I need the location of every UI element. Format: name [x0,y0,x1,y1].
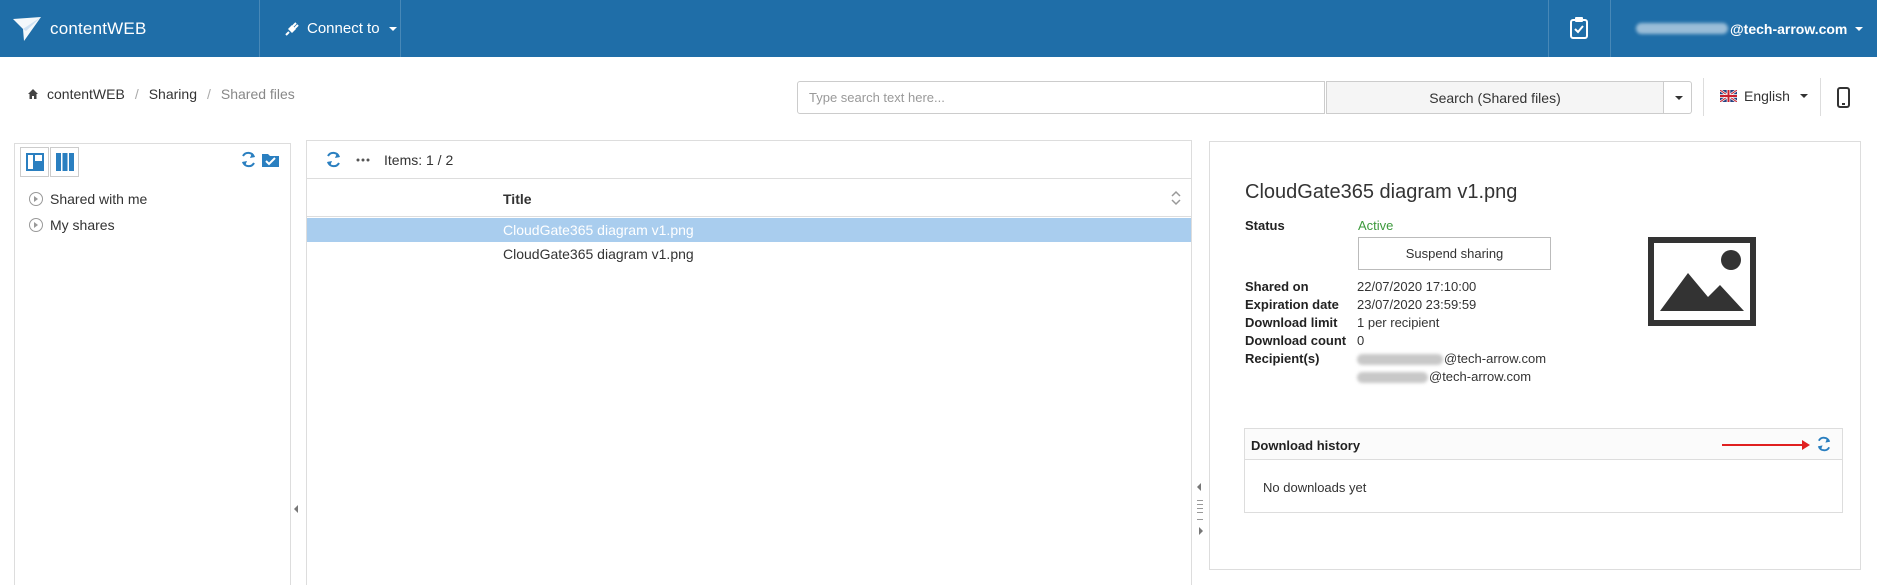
connect-to-menu[interactable]: Connect to [283,0,397,57]
sort-icon[interactable] [1171,190,1181,206]
layout-columns-button[interactable] [50,147,79,177]
annotation-arrow [1722,440,1810,450]
tree-item-label: My shares [50,217,115,233]
shared-files-grid: Items: 1 / 2 Title CloudGate365 diagram … [306,140,1192,585]
tree-item-label: Shared with me [50,191,148,207]
clipboard-check-icon[interactable] [1568,16,1590,40]
chevron-down-icon [1799,94,1808,98]
table-row[interactable]: CloudGate365 diagram v1.png [307,242,1191,266]
breadcrumb-home[interactable]: contentWEB [47,86,125,102]
recipient-domain: @tech-arrow.com [1429,369,1532,384]
redacted-username [1636,23,1728,34]
download-count-label: Download count [1245,333,1347,348]
search-button[interactable]: Search (Shared files) [1326,81,1664,114]
status-label: Status [1245,218,1285,233]
expand-icon[interactable] [29,218,43,232]
uk-flag-icon [1720,90,1737,102]
suspend-sharing-button[interactable]: Suspend sharing [1358,237,1551,270]
redacted-recipient [1357,354,1443,366]
divider [1703,78,1704,116]
shared-on-value: 22/07/2020 17:10:00 [1357,279,1477,294]
folder-check-icon[interactable] [261,151,280,168]
refresh-icon[interactable] [1816,436,1832,452]
folder-tree: Shared with me My shares [29,186,147,238]
chevron-down-icon [1675,95,1683,100]
user-email-domain: @tech-arrow.com [1730,20,1848,37]
divider [259,0,260,57]
chevron-down-icon [388,26,397,31]
tree-item-shared-with-me[interactable]: Shared with me [29,186,147,212]
download-limit-value: 1 per recipient [1357,315,1440,330]
search-options-dropdown[interactable] [1664,81,1692,114]
divider [400,0,401,57]
expiration-value: 23/07/2020 23:59:59 [1357,297,1477,312]
refresh-icon[interactable] [325,151,342,168]
detail-title: CloudGate365 diagram v1.png [1245,181,1518,203]
divider [1820,78,1821,116]
more-options-icon[interactable] [356,157,370,163]
recipient-1: @tech-arrow.com [1357,351,1546,366]
download-history-empty: No downloads yet [1263,480,1367,495]
layout-sidebar-icon [25,153,44,171]
expand-icon[interactable] [29,192,43,206]
status-value: Active [1358,218,1394,233]
expiration-label: Expiration date [1245,297,1339,312]
download-history-header: Download history [1245,429,1842,460]
language-label: English [1744,88,1790,104]
shared-on-label: Shared on [1245,279,1309,294]
download-history-title: Download history [1251,438,1361,453]
breadcrumb-current: Shared files [220,86,295,102]
breadcrumb-separator: / [206,86,211,102]
grid-toolbar: Items: 1 / 2 [307,141,1191,179]
image-file-icon [1648,237,1756,326]
row-title: CloudGate365 diagram v1.png [503,222,694,238]
brand-logo[interactable]: contentWEB [12,0,147,57]
download-limit-label: Download limit [1245,315,1338,330]
brand-name: contentWEB [50,18,147,38]
column-header-title[interactable]: Title [503,191,532,207]
download-count-value: 0 [1357,333,1365,348]
language-selector[interactable]: English [1720,88,1808,104]
search-input[interactable] [797,81,1325,114]
folder-tree-panel: Shared with me My shares [14,143,291,585]
tree-item-my-shares[interactable]: My shares [29,212,147,238]
collapse-left-icon[interactable] [1197,483,1201,491]
user-menu[interactable]: @tech-arrow.com [1636,0,1864,57]
plug-icon [285,21,299,36]
connect-to-label: Connect to [307,20,380,37]
table-row[interactable]: CloudGate365 diagram v1.png [307,218,1191,242]
breadcrumb: contentWEB / Sharing / Shared files [27,86,295,102]
top-bar: contentWEB Connect to @tech-arrow.com [0,0,1877,57]
paper-plane-logo-icon [13,16,41,41]
breadcrumb-sharing[interactable]: Sharing [149,86,197,102]
download-history-panel: Download history No downloads yet [1244,428,1843,513]
divider [1548,0,1549,57]
share-detail-panel: CloudGate365 diagram v1.png Status Activ… [1209,141,1861,570]
divider [1610,0,1611,57]
layout-columns-icon [55,153,74,171]
home-icon[interactable] [27,88,39,100]
items-count: Items: 1 / 2 [384,151,454,168]
recipient-2: @tech-arrow.com [1357,369,1531,384]
row-title: CloudGate365 diagram v1.png [503,246,694,262]
grid-header: Title [307,180,1191,217]
layout-sidebar-button[interactable] [20,147,49,177]
recipient-domain: @tech-arrow.com [1444,351,1547,366]
collapse-left-icon[interactable] [294,505,298,513]
chevron-down-icon [1855,26,1864,31]
mobile-view-icon[interactable] [1837,87,1850,108]
breadcrumb-separator: / [134,86,139,102]
recipients-label: Recipient(s) [1245,351,1320,366]
collapse-right-icon[interactable] [1199,527,1203,535]
refresh-icon[interactable] [240,151,257,168]
splitter-grip[interactable] [1197,500,1203,520]
redacted-recipient [1357,372,1428,384]
